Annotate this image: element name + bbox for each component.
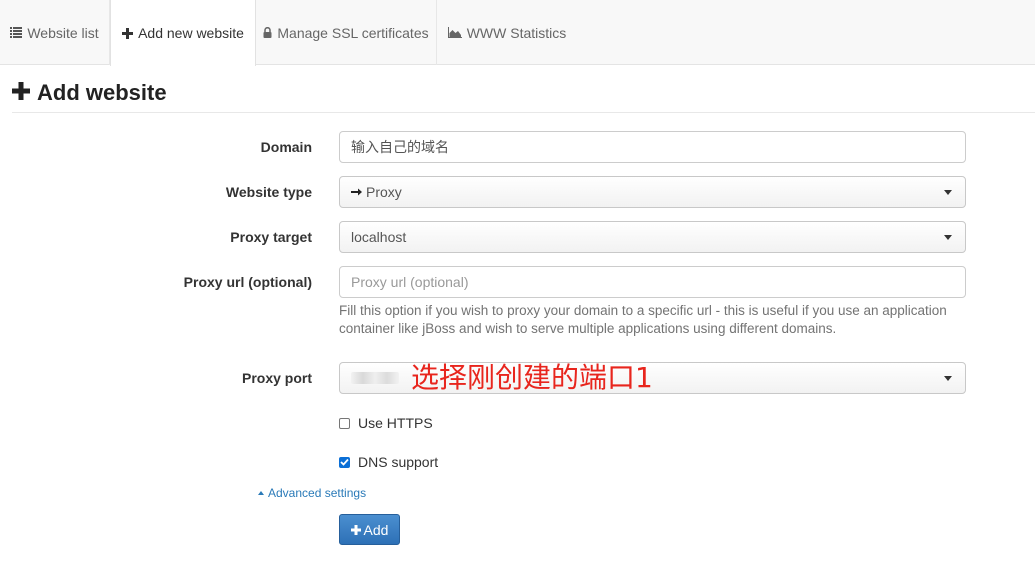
proxy-url-help: Fill this option if you wish to proxy yo… [339, 303, 947, 336]
arrow-right-icon [351, 187, 362, 197]
plus-icon [122, 27, 134, 39]
proxy-port-label: Proxy port [241, 370, 312, 386]
proxy-url-input[interactable]: Proxy url (optional) [339, 266, 966, 298]
proxy-url-placeholder: Proxy url (optional) [351, 274, 469, 290]
dns-support-row[interactable]: DNS support [339, 454, 438, 470]
dns-support-checkbox[interactable] [339, 456, 350, 468]
tab-add-new-website[interactable]: Add new website [110, 0, 256, 66]
proxy-port-select[interactable]: 选择刚创建的端口1 [339, 362, 966, 394]
tab-website-list[interactable]: Website list [0, 0, 110, 65]
tab-label: Manage SSL certificates [277, 24, 429, 41]
list-icon [10, 27, 23, 38]
domain-input[interactable]: 输入自己的域名 [339, 131, 966, 163]
chevron-down-icon [944, 234, 952, 240]
proxy-port-value-wrap: 选择刚创建的端口1 [351, 364, 653, 392]
area-chart-icon [447, 27, 462, 38]
redacted-port-value [351, 372, 399, 384]
use-https-row[interactable]: Use HTTPS [339, 415, 433, 431]
website-type-label: Website type [225, 184, 312, 200]
domain-value: 输入自己的域名 [351, 139, 449, 155]
chevron-down-icon [944, 189, 952, 195]
website-type-value-wrap: Proxy [351, 184, 402, 200]
advanced-settings-label: Advanced settings [268, 486, 367, 500]
plus-icon [12, 81, 30, 105]
check-icon [340, 458, 349, 466]
add-button[interactable]: Add [339, 514, 400, 545]
lock-icon [263, 27, 272, 38]
proxy-url-label: Proxy url (optional) [183, 274, 312, 290]
domain-label: Domain [260, 139, 312, 155]
proxy-target-select[interactable]: localhost [339, 221, 966, 253]
use-https-checkbox[interactable] [339, 417, 350, 429]
title-divider [12, 112, 1035, 113]
tab-label: Website list [27, 24, 99, 41]
chevron-down-icon [944, 375, 952, 381]
annotation-text: 选择刚创建的端口1 [411, 361, 653, 394]
website-type-value: Proxy [366, 184, 402, 200]
tab-bar: Website list Add new website Manage SSL … [0, 0, 1035, 66]
tab-www-statistics[interactable]: WWW Statistics [437, 0, 577, 65]
caret-up-icon [258, 491, 264, 495]
website-type-select[interactable]: Proxy [339, 176, 966, 208]
proxy-target-value: localhost [351, 229, 407, 245]
use-https-label: Use HTTPS [358, 415, 433, 431]
tab-manage-ssl[interactable]: Manage SSL certificates [256, 0, 437, 65]
page-title: Add website [12, 80, 167, 106]
tab-label: WWW Statistics [466, 24, 567, 41]
tab-label: Add new website [138, 25, 244, 41]
plus-icon [350, 522, 361, 538]
page-title-text: Add website [37, 80, 167, 105]
advanced-settings-link[interactable]: Advanced settings [258, 486, 366, 500]
add-button-label: Add [363, 521, 389, 538]
dns-support-label: DNS support [358, 454, 439, 470]
proxy-target-label: Proxy target [230, 229, 312, 245]
